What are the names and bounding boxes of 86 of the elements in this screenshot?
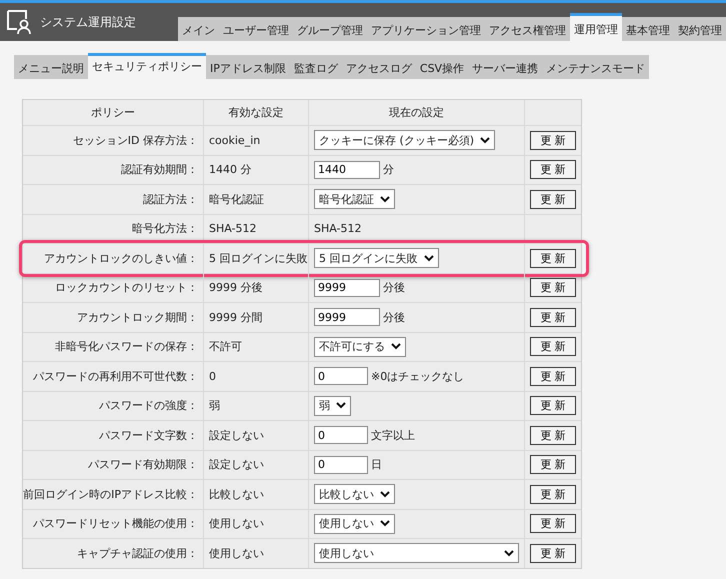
update-button[interactable]: 更 新	[530, 514, 576, 534]
unit-label: 日	[371, 457, 382, 472]
input-field[interactable]: 9999	[314, 308, 380, 326]
policy-label: ロックカウントのリセット：	[55, 280, 198, 296]
update-button[interactable]: 更 新	[530, 484, 576, 504]
nav-tab[interactable]: 運用管理	[570, 13, 622, 41]
table-cell: 1440 分	[209, 162, 252, 178]
sub-tab[interactable]: メンテナンスモード	[542, 55, 650, 79]
update-button[interactable]: 更 新	[530, 160, 576, 180]
caret-icon	[504, 550, 514, 557]
app-title: システム運用設定	[40, 14, 136, 30]
update-button[interactable]: 更 新	[530, 544, 576, 563]
unit-label: 分後	[383, 280, 405, 296]
caret-icon	[380, 490, 390, 498]
dropdown[interactable]: 使用しない	[314, 514, 395, 534]
input-field[interactable]: 0	[314, 367, 368, 386]
policy-label: 暗号化方法：	[132, 221, 198, 236]
update-button[interactable]: 更 新	[530, 396, 576, 416]
unit-label: 分	[383, 162, 394, 178]
table-cell: SHA-512	[314, 222, 362, 236]
update-button[interactable]: 更 新	[530, 308, 576, 327]
policy-label: 非暗号化パスワードの保存：	[55, 339, 198, 354]
update-button[interactable]: 更 新	[530, 337, 576, 356]
update-button[interactable]: 更 新	[530, 278, 576, 298]
dropdown[interactable]: クッキーに保存 (クッキー必須)	[314, 130, 496, 150]
update-button[interactable]: 更 新	[530, 130, 576, 150]
policy-label: パスワードの再利用不可世代数：	[33, 368, 198, 384]
table-cell: 9999 分後	[209, 280, 262, 296]
policy-label: セッションID 保存方法：	[72, 132, 198, 148]
input-field[interactable]: 0	[314, 456, 368, 474]
policy-label: キャプチャ認証の使用：	[77, 546, 198, 561]
dropdown[interactable]: 暗号化認証	[314, 189, 395, 210]
unit-label: 分後	[383, 310, 405, 325]
update-button[interactable]: 更 新	[530, 190, 576, 209]
unit-label: ※0はチェックなし	[371, 368, 464, 384]
sub-tab[interactable]: メニュー説明	[14, 55, 88, 79]
table-cell: 9999 分間	[209, 310, 262, 325]
table-cell: 5 回ログインに失敗	[209, 250, 308, 266]
table-cell: 不許可	[209, 339, 242, 354]
table-cell: 0	[209, 370, 216, 383]
policy-label: パスワード有効期限：	[88, 457, 198, 472]
policy-label: 認証方法：	[143, 192, 198, 207]
input-field[interactable]: 9999	[314, 278, 380, 297]
caret-icon	[380, 196, 390, 203]
monitor-user-icon	[6, 9, 32, 35]
policy-label: パスワードリセット機能の使用：	[33, 516, 198, 532]
column-header: 有効な設定	[204, 100, 309, 125]
policy-label: 認証有効期間：	[121, 162, 198, 178]
caret-icon	[380, 520, 390, 528]
table-cell: 弱	[209, 398, 220, 414]
sub-tab[interactable]: CSV操作	[416, 55, 468, 79]
policy-label: パスワードの強度：	[99, 398, 198, 414]
table-cell: 設定しない	[209, 457, 264, 472]
sub-tab[interactable]: 監査ログ	[290, 55, 342, 79]
column-header: ポリシー	[23, 100, 204, 125]
caret-icon	[480, 136, 490, 144]
update-button[interactable]: 更 新	[530, 426, 576, 445]
table-cell: 比較しない	[209, 486, 264, 502]
caret-icon	[336, 402, 346, 410]
policy-label: アカウントロック期間：	[77, 310, 198, 325]
dropdown[interactable]: 弱	[314, 396, 351, 416]
table-cell: 暗号化認証	[209, 192, 264, 207]
update-button[interactable]: 更 新	[530, 455, 576, 474]
table-cell: cookie_in	[209, 134, 260, 147]
dropdown[interactable]: 比較しない	[314, 484, 395, 504]
table-cell: 使用しない	[209, 516, 264, 532]
unit-label: 文字以上	[371, 428, 415, 443]
dropdown[interactable]: 使用しない	[314, 543, 519, 564]
policy-label: パスワード文字数：	[99, 428, 198, 443]
policy-label: 前回ログイン時のIPアドレス比較：	[23, 486, 198, 502]
dropdown[interactable]: 5 回ログインに失敗	[314, 248, 438, 268]
sub-tab[interactable]: サーバー連携	[468, 55, 542, 79]
table-cell: 設定しない	[209, 428, 264, 443]
update-button[interactable]: 更 新	[530, 366, 576, 386]
caret-icon	[391, 343, 401, 350]
column-header: 現在の設定	[309, 100, 525, 125]
sub-tab[interactable]: アクセスログ	[342, 55, 416, 79]
dropdown[interactable]: 不許可にする	[314, 336, 406, 357]
update-button[interactable]: 更 新	[530, 248, 576, 268]
sub-tab[interactable]: IPアドレス制限	[206, 55, 290, 79]
table-cell: SHA-512	[209, 222, 257, 236]
caret-icon	[424, 254, 434, 262]
policy-label: アカウントロックのしきい値：	[44, 250, 198, 266]
input-field[interactable]: 0	[314, 426, 368, 444]
table-cell: 使用しない	[209, 546, 264, 561]
input-field[interactable]: 1440	[314, 160, 380, 179]
